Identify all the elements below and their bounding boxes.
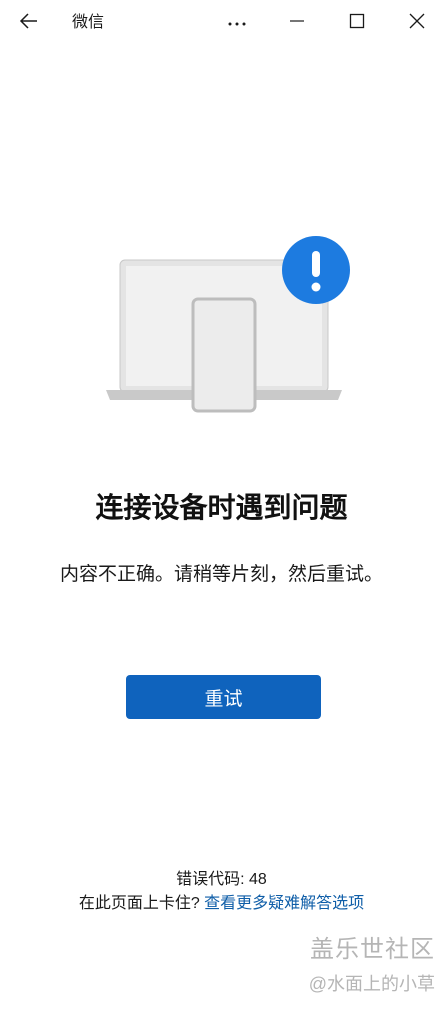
title-bar: 微信	[0, 0, 443, 46]
minimize-icon	[289, 13, 305, 34]
close-icon	[409, 13, 425, 34]
back-button[interactable]	[6, 0, 52, 46]
app-title: 微信	[72, 14, 105, 31]
help-line: 在此页面上卡住? 查看更多疑难解答选项	[0, 894, 443, 914]
more-options-button[interactable]	[214, 0, 260, 46]
device-connection-illustration	[100, 230, 360, 420]
retry-button[interactable]: 重试	[126, 675, 321, 719]
troubleshooting-link[interactable]: 查看更多疑难解答选项	[204, 895, 364, 912]
retry-button-label: 重试	[204, 688, 243, 710]
minimize-button[interactable]	[274, 0, 320, 46]
close-button[interactable]	[394, 0, 440, 46]
error-heading: 连接设备时遇到问题	[95, 492, 348, 523]
arrow-left-icon	[19, 11, 39, 36]
error-code: 错误代码: 48	[176, 871, 267, 888]
maximize-icon	[349, 13, 365, 34]
app-window: 微信 连接设备时遇到问题 内容不正确。请稍等片刻，然后重试。 重试 错误代码: …	[0, 0, 443, 1017]
help-prefix: 在此页面上卡住?	[78, 895, 205, 912]
phone-shape	[191, 297, 257, 413]
more-horizontal-icon	[227, 14, 247, 32]
maximize-button[interactable]	[334, 0, 380, 46]
watermark-brand: 盖乐世社区	[310, 936, 435, 963]
error-message: 内容不正确。请稍等片刻，然后重试。	[59, 564, 383, 585]
watermark-user: @水面上的小草	[308, 974, 435, 994]
